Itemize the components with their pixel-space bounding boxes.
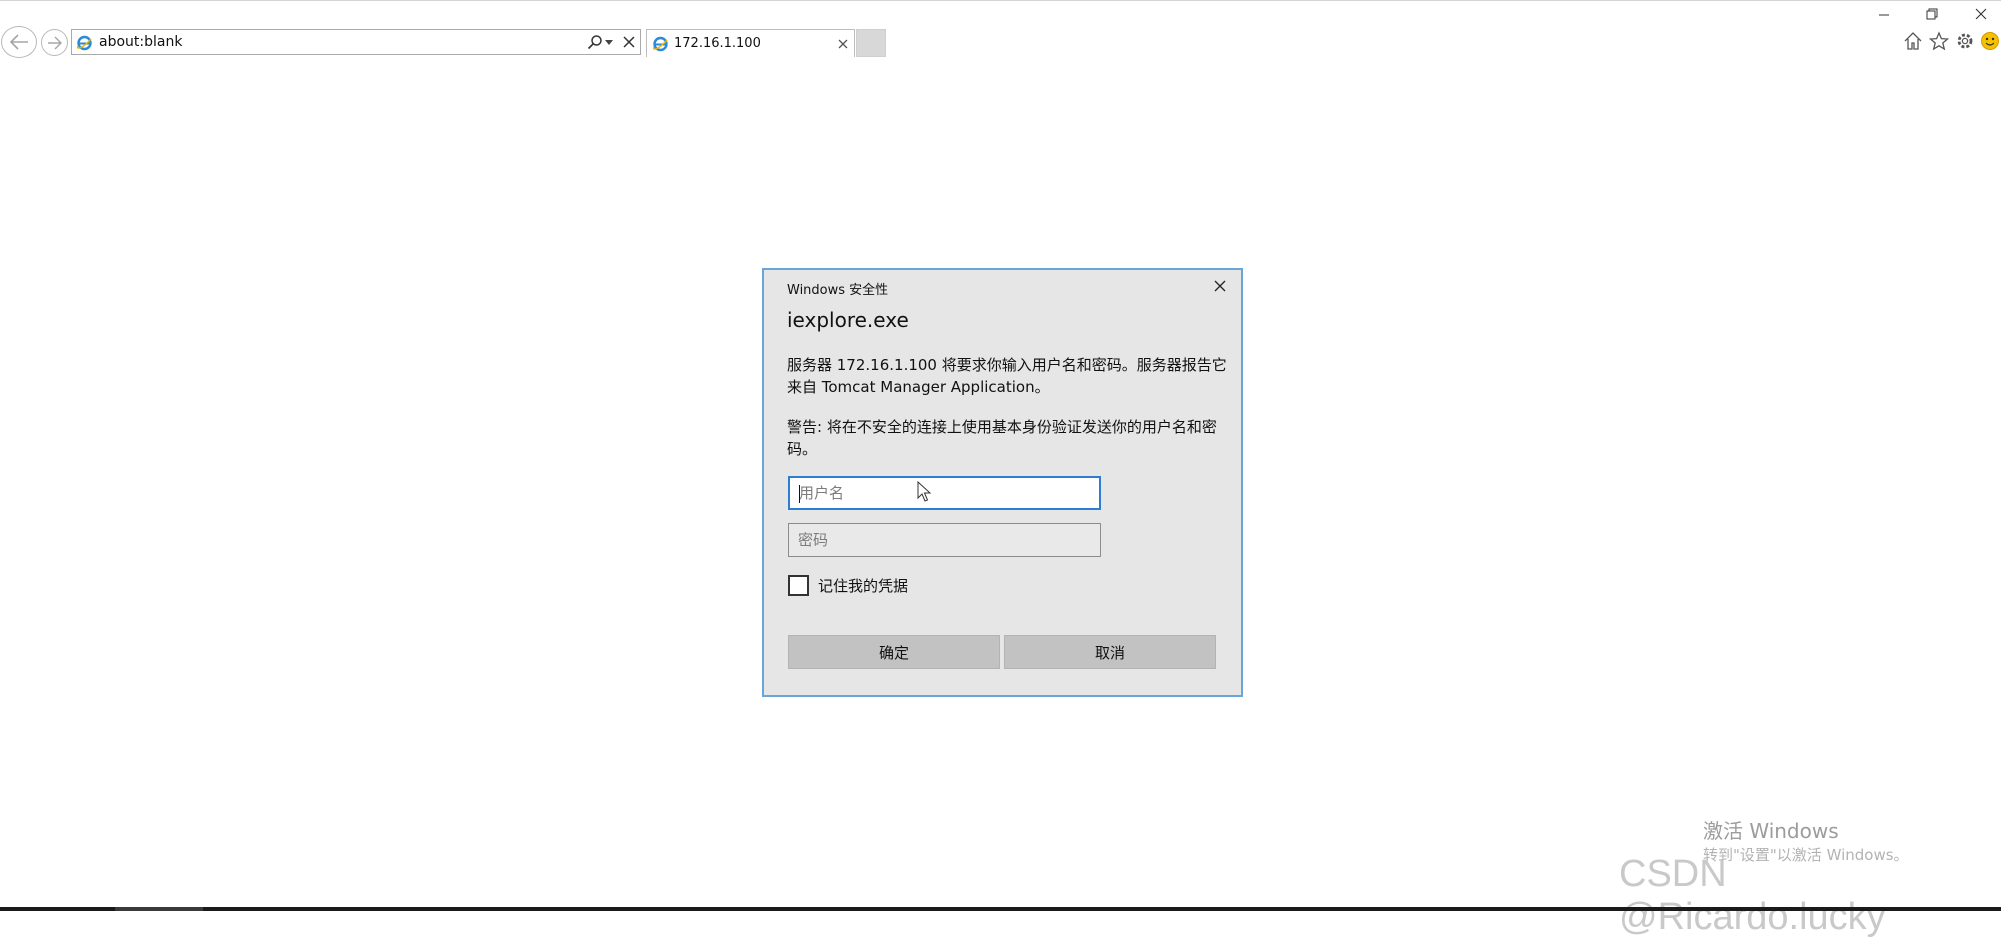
search-icon[interactable] bbox=[587, 34, 603, 50]
close-tab-icon[interactable] bbox=[837, 38, 849, 50]
dialog-header: Windows 安全性 bbox=[787, 283, 889, 298]
tab-active[interactable]: 172.16.1.100 bbox=[646, 29, 855, 57]
taskbar-segment bbox=[115, 907, 203, 911]
stop-icon[interactable] bbox=[621, 34, 637, 50]
username-input[interactable] bbox=[790, 478, 1099, 508]
taskbar-edge bbox=[0, 907, 2001, 911]
favorites-star-icon[interactable] bbox=[1929, 31, 1949, 51]
forward-arrow-icon bbox=[47, 36, 62, 49]
csdn-watermark: CSDN @Ricardo.lucky bbox=[1619, 853, 1886, 938]
ie-logo-icon bbox=[76, 35, 92, 51]
windows-security-dialog: Windows 安全性 iexplore.exe 服务器 172.16.1.10… bbox=[762, 268, 1243, 697]
remember-credentials[interactable]: 记住我的凭据 bbox=[788, 574, 908, 596]
text-caret bbox=[799, 485, 800, 503]
address-text[interactable]: about:blank bbox=[99, 34, 182, 50]
ok-button[interactable]: 确定 bbox=[788, 635, 1000, 669]
remember-checkbox[interactable] bbox=[788, 574, 809, 596]
close-window-icon[interactable] bbox=[1971, 6, 1991, 22]
address-bar[interactable]: about:blank bbox=[71, 29, 641, 55]
dialog-message: 服务器 172.16.1.100 将要求你输入用户名和密码。服务器报告它来自 T… bbox=[787, 356, 1227, 396]
feedback-smiley-icon[interactable] bbox=[1980, 31, 2000, 51]
home-icon[interactable] bbox=[1903, 31, 1923, 51]
back-button[interactable] bbox=[1, 26, 37, 58]
chevron-down-icon[interactable] bbox=[605, 40, 613, 46]
password-field-wrapper bbox=[788, 523, 1101, 557]
gear-icon[interactable] bbox=[1955, 31, 1975, 51]
new-tab-button[interactable] bbox=[856, 29, 886, 57]
cancel-button[interactable]: 取消 bbox=[1004, 635, 1216, 669]
restore-icon[interactable] bbox=[1922, 6, 1942, 22]
remember-label[interactable]: 记住我的凭据 bbox=[818, 575, 908, 596]
tab-title: 172.16.1.100 bbox=[674, 36, 761, 51]
ie-logo-icon bbox=[652, 36, 668, 52]
dialog-warning: 警告: 将在不安全的连接上使用基本身份验证发送你的用户名和密码。 bbox=[787, 418, 1217, 458]
username-field-wrapper bbox=[788, 476, 1101, 510]
password-input[interactable] bbox=[789, 524, 1100, 556]
back-arrow-icon bbox=[9, 34, 28, 50]
forward-button[interactable] bbox=[41, 29, 68, 56]
mouse-cursor-icon bbox=[917, 481, 931, 502]
window-top-border bbox=[0, 0, 2001, 1]
close-icon[interactable] bbox=[1212, 278, 1228, 294]
activate-windows-title: 激活 Windows bbox=[1703, 819, 1839, 843]
minimize-icon[interactable] bbox=[1874, 6, 1894, 22]
dialog-title: iexplore.exe bbox=[787, 308, 909, 332]
